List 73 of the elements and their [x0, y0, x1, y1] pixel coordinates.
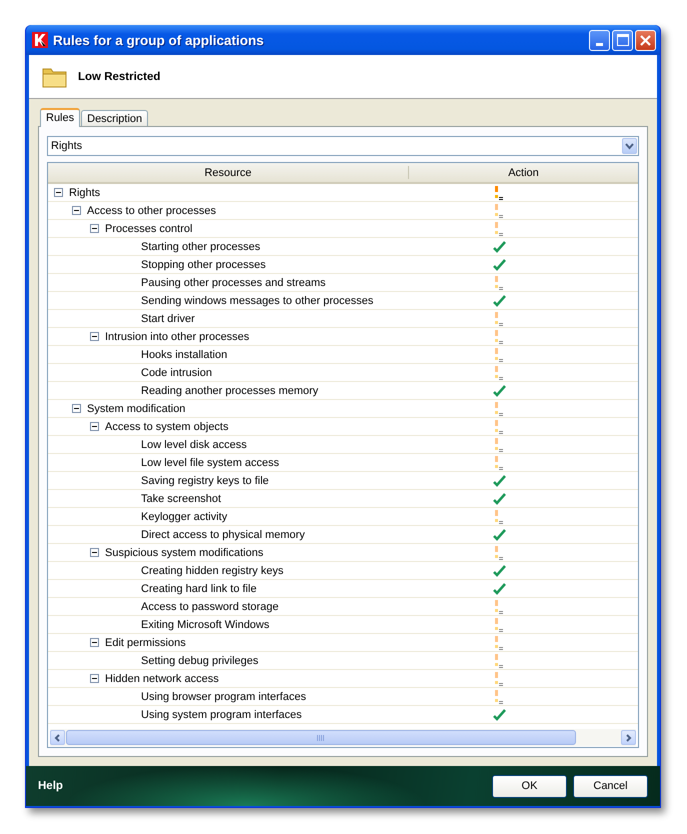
maximize-button[interactable] [612, 30, 633, 50]
rule-name[interactable]: Using system program interfaces [141, 708, 302, 720]
tree-expander-icon[interactable] [90, 224, 99, 233]
rule-name[interactable]: Reading another processes memory [141, 384, 318, 396]
checkmark-icon[interactable] [492, 708, 506, 720]
rule-name[interactable]: Sending windows messages to other processes [141, 294, 374, 306]
column-header[interactable]: Resource [48, 166, 409, 179]
group-name: Low Restricted [78, 70, 160, 82]
tree-expander-icon[interactable] [72, 404, 81, 413]
chevron-left-icon [54, 734, 61, 742]
rule-name[interactable]: Hooks installation [141, 348, 228, 360]
checkmark-icon[interactable] [492, 294, 506, 306]
dialog-button[interactable]: Cancel [573, 774, 648, 798]
scrollbar-thumb[interactable] [66, 730, 576, 745]
rule-name[interactable]: Code intrusion [141, 366, 212, 378]
checkmark-icon[interactable] [492, 492, 506, 504]
close-icon [639, 34, 652, 46]
rule-name[interactable]: Saving registry keys to file [141, 474, 269, 486]
chevron-right-icon [625, 734, 632, 742]
tree-expander-icon[interactable] [54, 188, 63, 197]
rule-name[interactable]: Start driver [141, 312, 195, 324]
checkmark-icon[interactable] [492, 564, 506, 576]
rule-name[interactable]: Low level file system access [141, 456, 280, 468]
help-link[interactable]: Help [38, 780, 63, 792]
rule-name[interactable]: Suspicious system modifications [105, 546, 264, 558]
checkmark-icon[interactable] [492, 384, 506, 396]
rule-name[interactable]: Hidden network access [105, 672, 219, 684]
rule-name[interactable]: Stopping other processes [141, 258, 266, 270]
rule-name[interactable]: Edit permissions [105, 636, 186, 648]
prompt-action-icon[interactable] [494, 186, 504, 200]
category-dropdown[interactable]: Rights [47, 136, 639, 156]
rule-name[interactable]: Keylogger activity [141, 510, 228, 522]
rule-name[interactable]: Setting debug privileges [141, 654, 258, 666]
rule-name[interactable]: System modification [87, 402, 186, 414]
app-logo-icon [32, 32, 48, 48]
tree-expander-icon[interactable] [90, 638, 99, 647]
rule-name[interactable]: Access to other processes [87, 204, 216, 216]
rule-name[interactable]: Access to system objects [105, 420, 228, 432]
checkmark-icon[interactable] [492, 528, 506, 540]
tree-expander-icon[interactable] [90, 548, 99, 557]
scroll-right-button[interactable] [621, 730, 636, 745]
rule-name[interactable]: Creating hidden registry keys [141, 564, 284, 576]
rule-name[interactable]: Using browser program interfaces [141, 690, 306, 702]
rule-name[interactable]: Direct access to physical memory [141, 528, 305, 540]
dialog-button[interactable]: OK [492, 774, 567, 798]
checkmark-icon[interactable] [492, 474, 506, 486]
column-header[interactable]: Action [409, 163, 638, 182]
tree-expander-icon[interactable] [90, 422, 99, 431]
checkmark-icon[interactable] [492, 240, 506, 252]
rule-name[interactable]: Pausing other processes and streams [141, 276, 326, 288]
tab[interactable]: Description [81, 110, 148, 126]
tree-expander-icon[interactable] [90, 674, 99, 683]
rule-name[interactable]: Creating hard link to file [141, 582, 257, 594]
rule-name[interactable]: Intrusion into other processes [105, 330, 250, 342]
rule-name[interactable]: Access to password storage [141, 600, 279, 612]
rule-name[interactable]: Rights [69, 186, 100, 198]
rule-name[interactable]: Starting other processes [141, 240, 260, 252]
tab[interactable]: Rules [40, 108, 80, 127]
window-title: Rules for a group of applications [53, 32, 265, 48]
rule-name[interactable]: Exiting Microsoft Windows [141, 618, 270, 630]
horizontal-scrollbar[interactable] [50, 729, 636, 746]
minimize-button[interactable] [589, 30, 610, 50]
close-button[interactable] [635, 30, 656, 50]
tree-expander-icon[interactable] [72, 206, 81, 215]
checkmark-icon[interactable] [492, 582, 506, 594]
minimize-icon [596, 42, 603, 46]
rule-name[interactable]: Processes control [105, 222, 192, 234]
maximize-icon [616, 34, 628, 46]
checkmark-icon[interactable] [492, 258, 506, 270]
tree-expander-icon[interactable] [90, 332, 99, 341]
rule-name[interactable]: Low level disk access [141, 438, 247, 450]
rule-name[interactable]: Take screenshot [141, 492, 222, 504]
scroll-left-button[interactable] [50, 730, 65, 745]
